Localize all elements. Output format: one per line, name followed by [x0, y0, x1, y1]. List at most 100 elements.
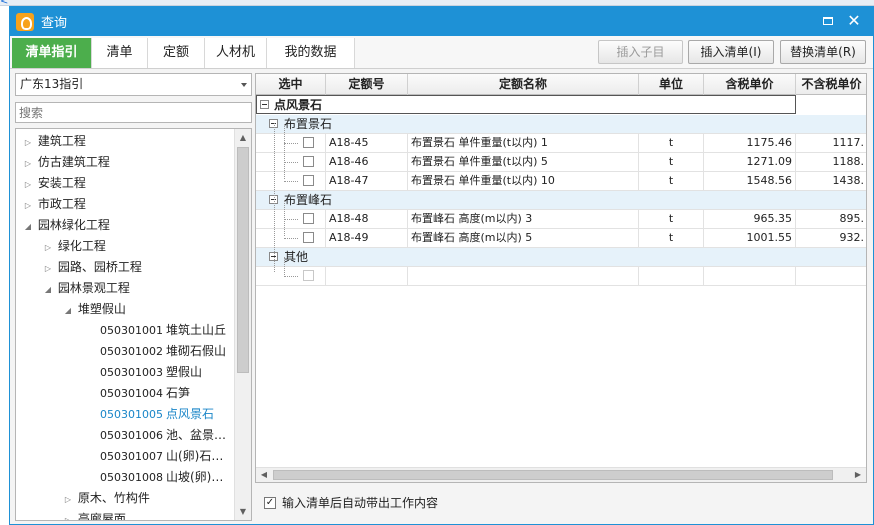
scroll-thumb[interactable] [273, 470, 833, 480]
cell-price-notax: 932. [796, 229, 866, 247]
scroll-right-icon[interactable]: ▶ [850, 468, 866, 482]
col-code-header[interactable]: 定额号 [326, 74, 408, 95]
expand-triangle-icon[interactable]: ▷ [42, 237, 54, 258]
insert-child-button[interactable]: 插入子目 [598, 40, 683, 64]
group-row[interactable]: 布置峰石 [256, 191, 866, 210]
col-price-tax-header[interactable]: 含税单价 [704, 74, 796, 95]
collapse-triangle-icon[interactable]: ◢ [62, 300, 74, 321]
scroll-left-icon[interactable]: ◀ [256, 468, 272, 482]
tree-item-municipal[interactable]: ▷ 市政工程 [22, 194, 86, 215]
tree-item-code-selected[interactable]: 050301005 点风景石 [100, 404, 214, 425]
row-checkbox[interactable] [303, 270, 314, 281]
scroll-down-icon[interactable]: ▼ [235, 503, 251, 520]
scroll-thumb[interactable] [237, 147, 249, 373]
tab-list[interactable]: 清单 [92, 38, 148, 68]
insert-list-button[interactable]: 插入清单(I) [688, 40, 774, 64]
scroll-up-icon[interactable]: ▲ [235, 129, 251, 146]
quota-grid: 选中 定额号 定额名称 单位 含税单价 不含税单价 点风景石 布置景石 A18-… [255, 73, 867, 483]
expand-triangle-icon[interactable]: ▷ [22, 153, 34, 174]
guide-tree: ▷ 建筑工程 ▷ 仿古建筑工程 ▷ 安装工程 ▷ 市政工程 ◢ 园林绿化工程 ▷… [15, 128, 252, 521]
col-select-header[interactable]: 选中 [256, 74, 326, 95]
row-checkbox[interactable] [303, 232, 314, 243]
cell-name: 布置景石 单件重量(t以内) 5 [408, 153, 639, 171]
group-row-root[interactable]: 点风景石 [256, 95, 796, 114]
col-unit-header[interactable]: 单位 [639, 74, 704, 95]
collapse-icon[interactable] [260, 100, 269, 109]
tree-item-corridor-roof[interactable]: ▷ 亭廊屋面 [62, 509, 126, 520]
grid-header: 选中 定额号 定额名称 单位 含税单价 不含税单价 [256, 74, 866, 95]
tree-item-code[interactable]: 050301008 山坡(卵)… [100, 467, 223, 488]
maximize-button[interactable] [817, 11, 839, 31]
tree-item-greening[interactable]: ▷ 绿化工程 [42, 236, 106, 257]
maximize-icon [823, 16, 833, 25]
row-checkbox[interactable] [303, 213, 314, 224]
collapse-triangle-icon[interactable]: ◢ [22, 216, 34, 237]
expand-triangle-icon[interactable]: ▷ [42, 258, 54, 279]
tree-item-code[interactable]: 050301003 塑假山 [100, 362, 202, 383]
tree-scrollbar[interactable]: ▲ ▼ [234, 129, 251, 520]
cell-price-notax: 895. [796, 210, 866, 228]
replace-list-button[interactable]: 替换清单(R) [780, 40, 866, 64]
tree-item-code[interactable]: 050301007 山(卵)石… [100, 446, 223, 467]
tree-line [284, 219, 298, 220]
table-row[interactable]: A18-48 布置峰石 高度(m以内) 3 t 965.35 895. [256, 210, 866, 229]
table-row[interactable]: A18-49 布置峰石 高度(m以内) 5 t 1001.55 932. [256, 229, 866, 248]
group-row[interactable]: 布置景石 [256, 115, 866, 134]
title-bar[interactable]: 查询 ✕ [10, 7, 873, 36]
cell-name: 布置峰石 高度(m以内) 5 [408, 229, 639, 247]
cell-price-tax: 965.35 [704, 210, 796, 228]
tree-line [284, 200, 285, 236]
col-price-notax-header[interactable]: 不含税单价 [796, 74, 866, 95]
cell-unit: t [639, 172, 704, 190]
tree-item-rockery[interactable]: ◢ 堆塑假山 [62, 299, 126, 320]
search-input[interactable] [15, 102, 252, 123]
cell-name: 布置峰石 高度(m以内) 3 [408, 210, 639, 228]
col-name-header[interactable]: 定额名称 [408, 74, 639, 95]
tree-item-garden-road[interactable]: ▷ 园路、园桥工程 [42, 257, 142, 278]
tree-line [284, 257, 285, 275]
chevron-left-icon: < [0, 0, 9, 7]
expand-triangle-icon[interactable]: ▷ [22, 195, 34, 216]
tree-item-code[interactable]: 050301002 堆砌石假山 [100, 341, 226, 362]
collapse-triangle-icon[interactable]: ◢ [42, 279, 54, 300]
guide-select[interactable]: 广东13指引 [15, 73, 252, 96]
table-row-empty[interactable] [256, 267, 866, 286]
tree-line [284, 124, 285, 179]
cell-price-tax: 1548.56 [704, 172, 796, 190]
tree-item-code[interactable]: 050301006 池、盆景… [100, 425, 226, 446]
row-checkbox[interactable] [303, 156, 314, 167]
table-row[interactable]: A18-47 布置景石 单件重量(t以内) 10 t 1548.56 1438. [256, 172, 866, 191]
tree-item-garden-landscape[interactable]: ◢ 园林景观工程 [42, 278, 130, 299]
cell-price-notax: 1438. [796, 172, 866, 190]
tab-labor-materials[interactable]: 人材机 [205, 38, 267, 68]
cell-code: A18-49 [326, 229, 408, 247]
close-button[interactable]: ✕ [843, 11, 865, 31]
table-row[interactable]: A18-46 布置景石 单件重量(t以内) 5 t 1271.09 1188. [256, 153, 866, 172]
expand-triangle-icon[interactable]: ▷ [62, 510, 74, 520]
cell-price-notax: 1117. [796, 134, 866, 152]
cell-code: A18-47 [326, 172, 408, 190]
guide-select-value: 广东13指引 [20, 77, 84, 91]
tree-item-code[interactable]: 050301001 堆筑土山丘 [100, 320, 226, 341]
tab-list-guide[interactable]: 清单指引 [12, 38, 92, 68]
tree-item-landscape[interactable]: ◢ 园林绿化工程 [22, 215, 110, 236]
table-row[interactable]: A18-45 布置景石 单件重量(t以内) 1 t 1175.46 1117. [256, 134, 866, 153]
expand-triangle-icon[interactable]: ▷ [62, 489, 74, 510]
expand-triangle-icon[interactable]: ▷ [22, 174, 34, 195]
row-checkbox[interactable] [303, 137, 314, 148]
tree-item-install[interactable]: ▷ 安装工程 [22, 173, 86, 194]
tree-item-building[interactable]: ▷ 建筑工程 [22, 131, 86, 152]
cell-unit: t [639, 210, 704, 228]
tree-item-code[interactable]: 050301004 石笋 [100, 383, 190, 404]
tree-item-antique[interactable]: ▷ 仿古建筑工程 [22, 152, 110, 173]
tab-my-data[interactable]: 我的数据 [267, 38, 355, 68]
row-checkbox[interactable] [303, 175, 314, 186]
cell-price-tax: 1001.55 [704, 229, 796, 247]
tree-item-timber[interactable]: ▷ 原木、竹构件 [62, 488, 150, 509]
expand-triangle-icon[interactable]: ▷ [22, 132, 34, 153]
tab-quota[interactable]: 定额 [148, 38, 205, 68]
auto-work-content-checkbox[interactable]: ✓ [264, 497, 276, 509]
group-row[interactable]: 其他 [256, 248, 866, 267]
grid-horizontal-scrollbar[interactable]: ◀ ▶ [256, 467, 866, 482]
cell-unit: t [639, 229, 704, 247]
